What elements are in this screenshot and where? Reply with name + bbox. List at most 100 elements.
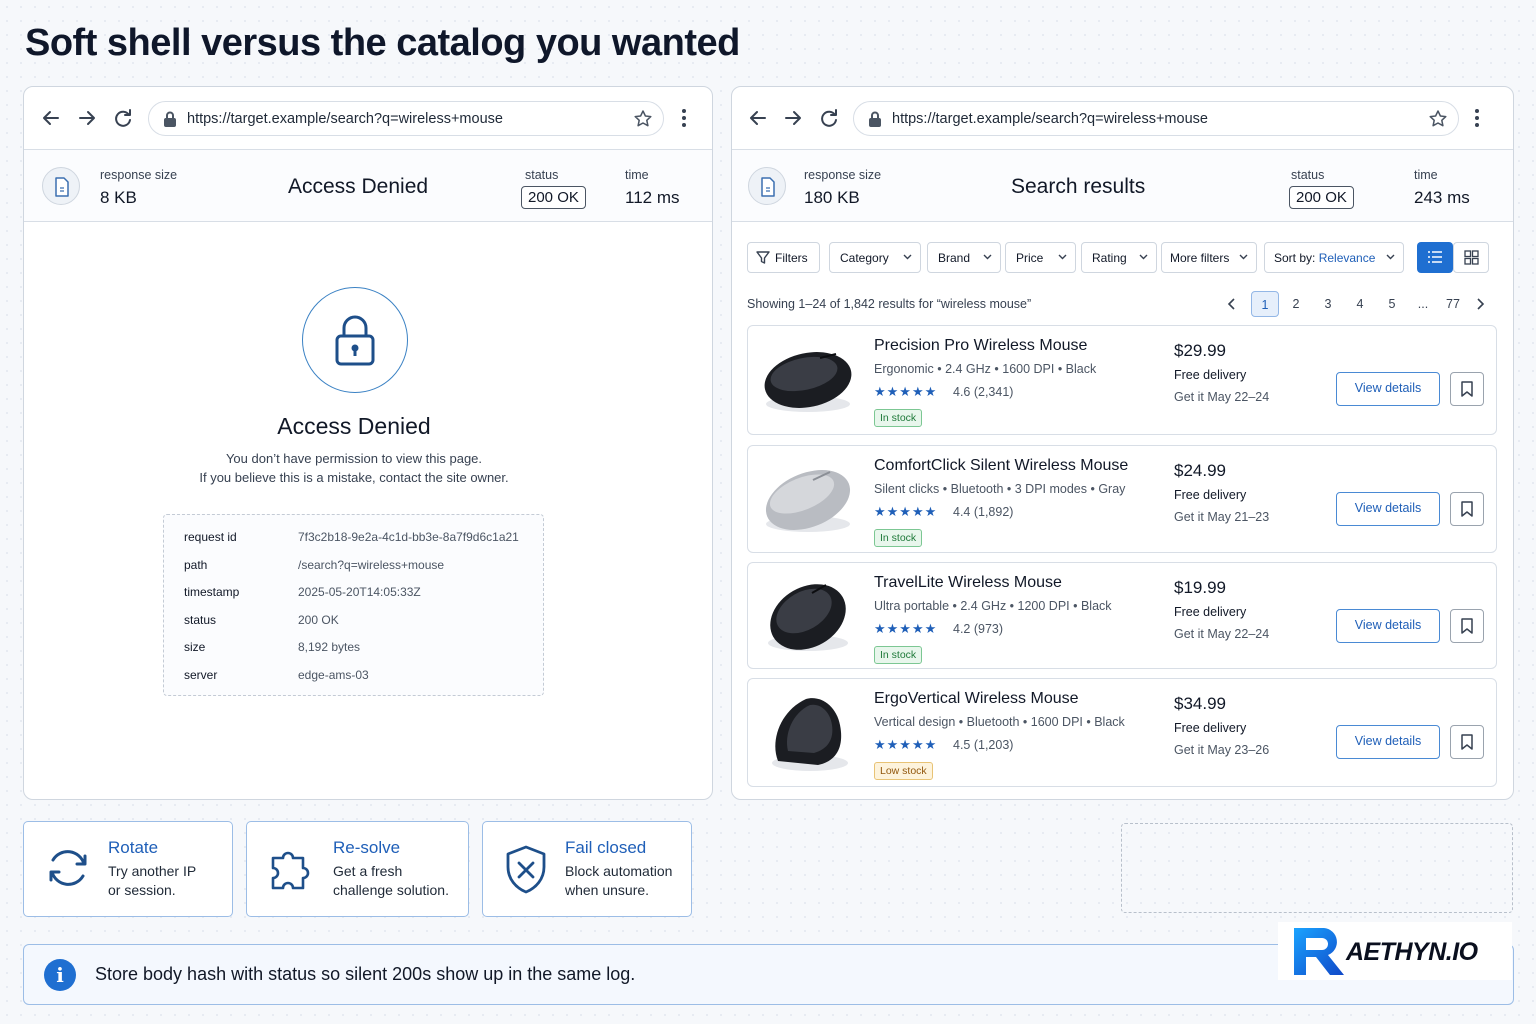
page-2[interactable]: 2: [1282, 291, 1310, 317]
chevron-down-icon: [1058, 254, 1067, 260]
rating-count: 4.5 (1,203): [953, 738, 1014, 752]
product-name[interactable]: Precision Pro Wireless Mouse: [874, 337, 1087, 355]
menu-kebab-icon[interactable]: [680, 107, 688, 129]
back-arrow-icon[interactable]: [40, 107, 62, 129]
response-size-label: response size: [804, 168, 882, 182]
delivery-info: Free delivery: [1174, 721, 1247, 735]
back-arrow-icon[interactable]: [747, 107, 769, 129]
category-dropdown[interactable]: Category: [829, 242, 921, 273]
response-size-value: 180 KB: [804, 188, 860, 207]
denied-message-line: You don’t have permission to view this p…: [225, 451, 483, 466]
product-card[interactable]: ComfortClick Silent Wireless Mouse Silen…: [747, 445, 1497, 553]
star-rating: ★★★★★: [874, 621, 938, 636]
rating-count: 4.6 (2,341): [953, 385, 1014, 399]
action-title: Fail closed: [565, 838, 647, 857]
rating-dropdown[interactable]: Rating: [1081, 242, 1157, 273]
product-price: $24.99: [1174, 461, 1226, 480]
product-name[interactable]: TravelLite Wireless Mouse: [874, 574, 1062, 592]
view-details-button[interactable]: View details: [1336, 725, 1440, 759]
stock-badge: Low stock: [874, 762, 933, 780]
status-badge: 200 OK: [1289, 186, 1354, 209]
time-value: 243 ms: [1414, 188, 1470, 207]
price-dropdown[interactable]: Price: [1005, 242, 1076, 273]
action-title: Re-solve: [333, 838, 401, 857]
browser-toolbar: https://target.example/search?q=wireless…: [732, 87, 1513, 150]
action-card-resolve: Re-solve Get a fresh challenge solution.: [246, 821, 469, 917]
lock-icon: [869, 111, 881, 127]
filters-button[interactable]: Filters: [747, 242, 820, 273]
shield-x-icon: [506, 845, 546, 894]
product-image: [768, 584, 848, 651]
file-icon: [748, 167, 786, 205]
page-3[interactable]: 3: [1314, 291, 1342, 317]
bookmark-icon[interactable]: [1450, 725, 1484, 759]
forward-arrow-icon[interactable]: [76, 107, 98, 129]
response-stats-bar: response size 180 KB Search results stat…: [732, 150, 1513, 222]
reload-icon[interactable]: [818, 107, 840, 129]
delivery-eta: Get it May 21–23: [1174, 510, 1270, 524]
chevron-down-icon: [983, 254, 992, 260]
address-bar[interactable]: https://target.example/search?q=wireless…: [148, 101, 664, 136]
pagination-prev-icon[interactable]: [1227, 298, 1237, 310]
bookmark-icon[interactable]: [1450, 372, 1484, 406]
bookmark-star-icon[interactable]: [1428, 109, 1448, 129]
results-summary: Showing 1–24 of 1,842 results for “wirel…: [747, 297, 1032, 311]
grid-view-toggle[interactable]: [1453, 242, 1489, 273]
rating-count: 4.4 (1,892): [953, 505, 1014, 519]
product-name[interactable]: ComfortClick Silent Wireless Mouse: [874, 457, 1128, 475]
view-details-button[interactable]: View details: [1336, 609, 1440, 643]
page-1[interactable]: 1: [1251, 291, 1279, 317]
padlock-icon: [302, 287, 408, 393]
product-specs: Vertical design • Bluetooth • 1600 DPI •…: [874, 715, 1125, 729]
right-browser-panel: https://target.example/search?q=wireless…: [731, 86, 1514, 800]
reload-icon[interactable]: [112, 107, 134, 129]
time-label: time: [625, 168, 649, 182]
action-card-fail-closed: Fail closed Block automation when unsure.: [482, 821, 692, 917]
bookmark-icon[interactable]: [1450, 609, 1484, 643]
product-price: $29.99: [1174, 341, 1226, 360]
sort-dropdown[interactable]: Sort by: Relevance: [1264, 242, 1404, 273]
left-browser-panel: https://target.example/search?q=wireless…: [23, 86, 713, 800]
status-label: status: [1291, 168, 1325, 182]
brand-dropdown[interactable]: Brand: [927, 242, 1001, 273]
delivery-eta: Get it May 23–26: [1174, 743, 1270, 757]
view-details-button[interactable]: View details: [1336, 372, 1440, 406]
product-image: [764, 352, 852, 412]
product-card[interactable]: Precision Pro Wireless Mouse Ergonomic •…: [747, 325, 1497, 435]
lock-icon: [164, 111, 176, 127]
menu-kebab-icon[interactable]: [1473, 107, 1481, 129]
product-name[interactable]: ErgoVertical Wireless Mouse: [874, 690, 1079, 708]
list-view-toggle[interactable]: [1417, 242, 1453, 273]
address-bar[interactable]: https://target.example/search?q=wireless…: [853, 101, 1459, 136]
product-card[interactable]: TravelLite Wireless Mouse Ultra portable…: [747, 562, 1497, 669]
funnel-icon: [756, 251, 770, 264]
browser-toolbar: https://target.example/search?q=wireless…: [24, 87, 712, 150]
view-details-button[interactable]: View details: [1336, 492, 1440, 526]
bookmark-icon[interactable]: [1450, 492, 1484, 526]
url-text: https://target.example/search?q=wireless…: [892, 111, 1208, 127]
page-title: Soft shell versus the catalog you wanted: [25, 22, 740, 64]
stock-badge: In stock: [874, 646, 923, 664]
product-image: [772, 698, 848, 771]
response-size-label: response size: [100, 168, 178, 182]
page-5[interactable]: 5: [1378, 291, 1406, 317]
page-77[interactable]: 77: [1439, 291, 1467, 317]
product-price: $19.99: [1174, 578, 1226, 597]
access-denied-title: Access Denied: [277, 413, 431, 439]
puzzle-icon: [271, 851, 310, 890]
forward-arrow-icon[interactable]: [782, 107, 804, 129]
page-4[interactable]: 4: [1346, 291, 1374, 317]
chevron-down-icon: [903, 254, 912, 260]
more-filters-dropdown[interactable]: More filters: [1161, 242, 1257, 273]
time-label: time: [1414, 168, 1438, 182]
delivery-eta: Get it May 22–24: [1174, 390, 1270, 404]
list-icon: [1428, 251, 1442, 263]
time-value: 112 ms: [625, 188, 680, 207]
rating-count: 4.2 (973): [953, 622, 1004, 636]
bookmark-star-icon[interactable]: [633, 109, 653, 129]
pagination-next-icon[interactable]: [1475, 298, 1485, 310]
star-rating: ★★★★★: [874, 504, 938, 519]
product-card[interactable]: ErgoVertical Wireless Mouse Vertical des…: [747, 678, 1497, 787]
product-image: [765, 470, 851, 532]
chevron-down-icon: [1139, 254, 1148, 260]
